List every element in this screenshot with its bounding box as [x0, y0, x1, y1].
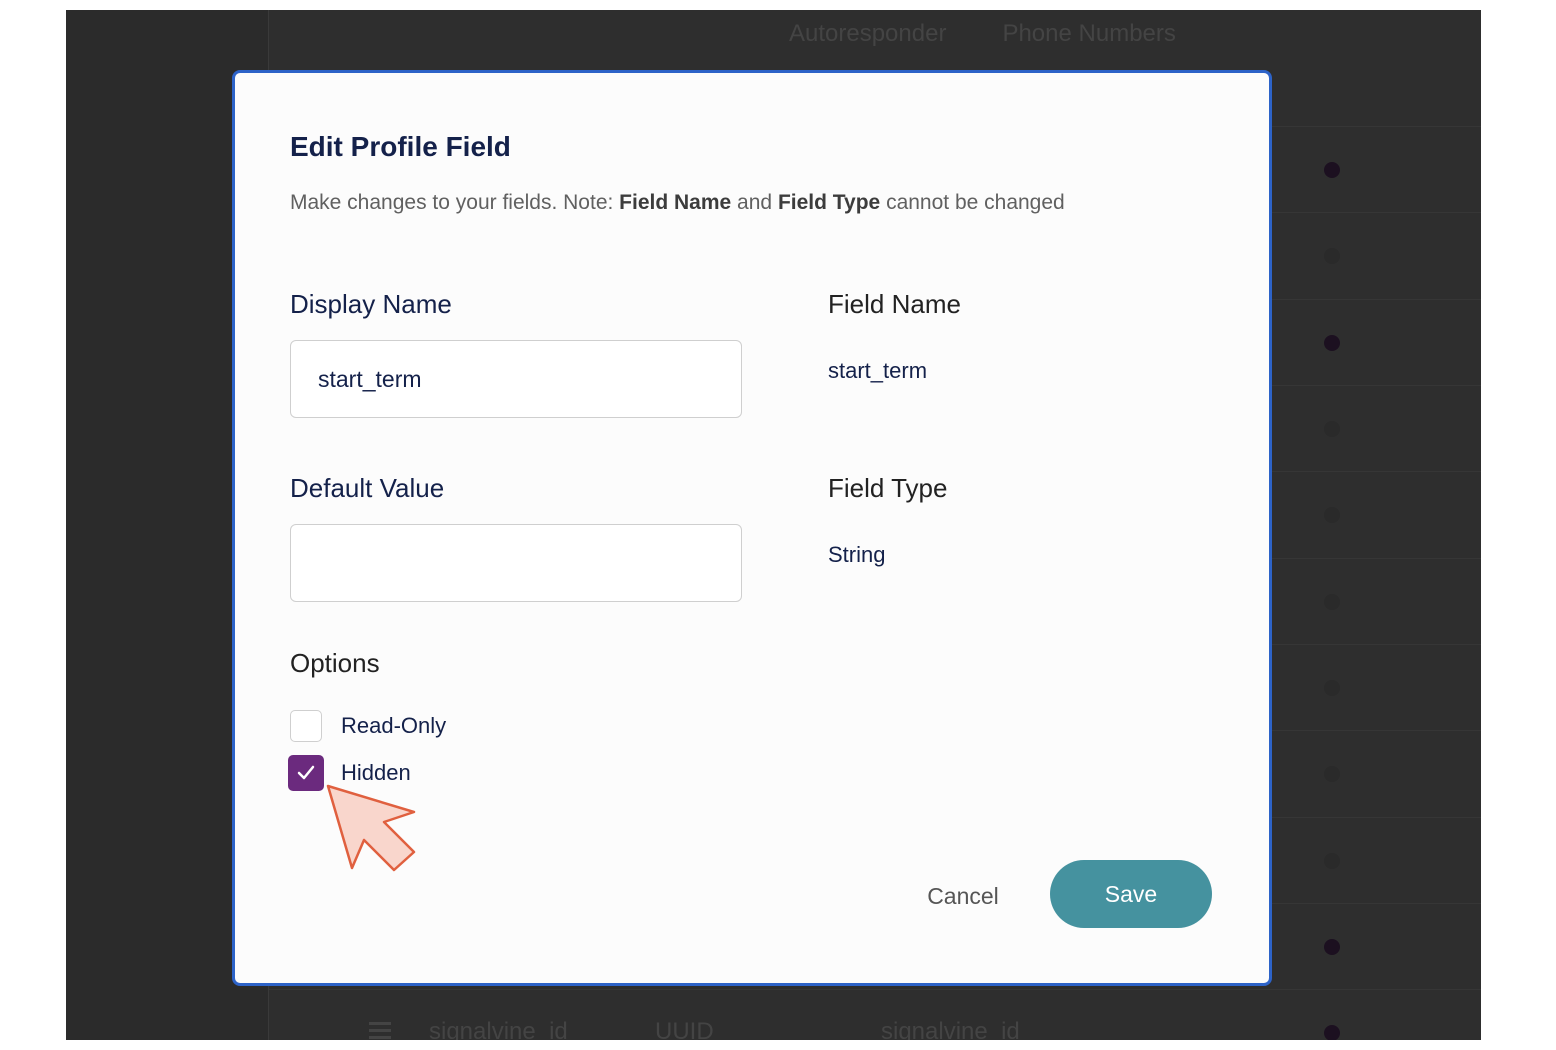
- background-tabs: Autoresponder Phone Numbers: [789, 20, 1176, 48]
- status-dot: [1324, 335, 1340, 351]
- status-dot: [1324, 162, 1340, 178]
- save-button[interactable]: Save: [1050, 860, 1212, 928]
- display-name-input[interactable]: [290, 340, 742, 418]
- status-dot: [1324, 248, 1340, 264]
- table-cell: signalvine_id: [881, 1018, 1020, 1040]
- status-dot: [1324, 421, 1340, 437]
- status-dot: [1324, 594, 1340, 610]
- subtitle-text: Make changes to your fields. Note:: [290, 191, 620, 214]
- read-only-checkbox[interactable]: [290, 710, 322, 742]
- tab-autoresponder[interactable]: Autoresponder: [789, 20, 946, 48]
- display-name-label: Display Name: [290, 289, 452, 319]
- subtitle-text: and: [731, 191, 778, 214]
- field-name-value: start_term: [828, 358, 928, 383]
- background-row-divider: [269, 989, 1481, 990]
- cancel-button[interactable]: Cancel: [903, 863, 1023, 929]
- table-cell: signalvine_id: [429, 1018, 568, 1040]
- status-dot: [1324, 939, 1340, 955]
- field-type-value: String: [828, 542, 886, 567]
- read-only-option[interactable]: Read-Only: [290, 710, 446, 742]
- status-dot: [1324, 853, 1340, 869]
- hamburger-icon[interactable]: [369, 1018, 429, 1040]
- read-only-label[interactable]: Read-Only: [341, 713, 446, 739]
- table-cell: UUID: [655, 1018, 714, 1040]
- modal-subtitle: Make changes to your fields. Note: Field…: [290, 191, 1065, 215]
- subtitle-field-name: Field Name: [619, 191, 732, 214]
- field-name-label: Field Name: [828, 289, 961, 319]
- status-dot: [1324, 766, 1340, 782]
- default-value-input[interactable]: [290, 524, 742, 602]
- options-title: Options: [290, 648, 380, 678]
- hidden-checkbox[interactable]: [288, 755, 324, 791]
- status-dot: [1324, 1025, 1340, 1040]
- background-table-row: signalvine_id UUID signalvine_id: [369, 1018, 1020, 1040]
- subtitle-field-type: Field Type: [777, 191, 881, 214]
- default-value-label: Default Value: [290, 473, 445, 503]
- tab-phone-numbers[interactable]: Phone Numbers: [1002, 20, 1175, 48]
- checkmark-icon: [297, 765, 315, 780]
- status-dot: [1324, 680, 1340, 696]
- subtitle-text: cannot be changed: [880, 191, 1065, 214]
- pointer-cursor-icon: [322, 782, 422, 887]
- modal-title: Edit Profile Field: [290, 131, 511, 162]
- field-type-label: Field Type: [828, 473, 948, 503]
- status-dot: [1324, 507, 1340, 523]
